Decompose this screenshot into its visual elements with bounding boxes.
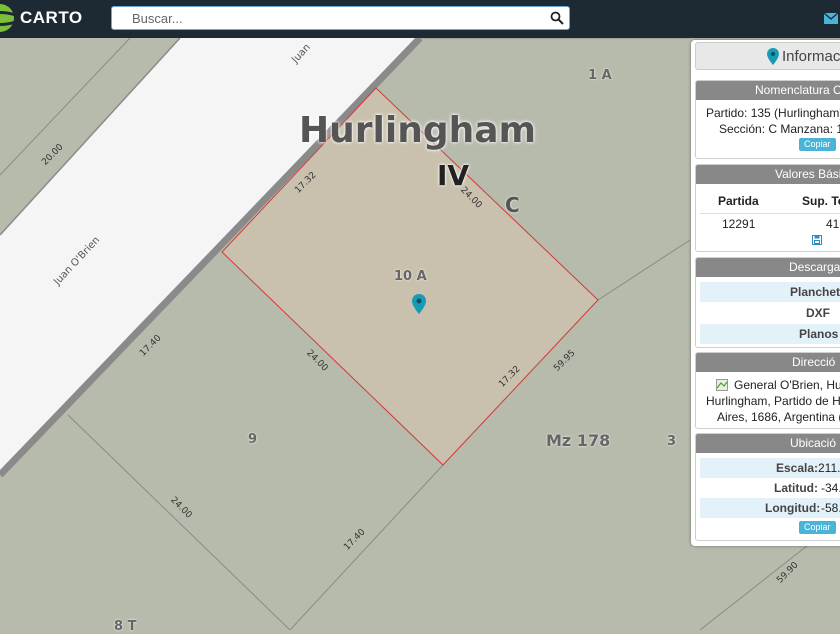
carto-logo[interactable]: CARTO [0,2,83,34]
section-direccion: Direcció General O'Brien, Hurl Hurlingha… [695,352,840,429]
panel-title-bar: Informac [695,42,840,70]
section-header: Direcció [696,353,840,372]
block-label: Mz 178 [546,431,611,450]
section-descargas: Descarga Plancheta DXF Planos [695,257,840,348]
download-label: Planos [799,327,839,341]
locality-label: Hurlingham [299,110,537,151]
nomenclatura-line1: Partido: 135 (Hurlingham) C [706,106,840,120]
section-header: Descarga [696,258,840,277]
top-bar: CARTO [0,0,840,38]
info-panel: Informac Nomenclatura C Partido: 135 (Hu… [691,40,840,546]
latitud-value: -34.5 [821,481,840,495]
save-icon[interactable] [812,235,822,245]
latitud-row: Latitud: -34.5 [700,478,840,498]
col-header-sup: Sup. Te [802,194,840,208]
map-thumbnail-icon [716,379,728,391]
longitud-label: Longitud: [765,501,821,515]
section-nomenclatura: Nomenclatura C Partido: 135 (Hurlingham)… [695,80,840,159]
section-label: C [505,193,520,217]
download-plancheta[interactable]: Plancheta [700,282,840,302]
col-header-partida: Partida [718,194,759,208]
search-box[interactable] [111,6,570,30]
direccion-line1: General O'Brien, Hurl [734,378,840,392]
neighbor-label-1a: 1 A [588,68,612,83]
latitud-label: Latitud: [774,481,818,495]
panel-title: Informac [782,48,840,65]
escala-row: Escala: 211. [700,458,840,478]
download-label: Plancheta [790,285,840,299]
search-input[interactable] [132,9,542,27]
download-planos[interactable]: Planos [700,324,840,344]
direccion-line2: Hurlingham, Partido de Hu [706,394,840,408]
copy-nomenclatura-button[interactable]: Copiar [799,138,836,151]
neighbor-label-3: 3 [667,434,677,449]
carto-globe-icon [0,4,14,32]
escala-value: 211. [818,461,840,475]
parcel-label: 10 A [394,269,427,284]
search-icon[interactable] [550,11,564,25]
mail-icon[interactable] [824,13,838,24]
longitud-row: Longitud: -58.6 [700,498,840,518]
download-label: DXF [806,306,830,320]
section-ubicacion: Ubicació Escala: 211. Latitud: -34.5 Lon… [695,433,840,541]
escala-label: Escala: [776,461,819,475]
neighbor-label-8t: 8 T [114,619,137,634]
location-pin-icon[interactable] [412,294,426,314]
logo-text: CARTO [20,8,83,27]
partida-value: 12291 [722,217,756,231]
section-header: Ubicació [696,434,840,453]
download-dxf[interactable]: DXF [700,303,840,323]
sup-value: 41 [826,217,840,231]
nomenclatura-line2: Sección: C Manzana: 17 [719,122,840,136]
longitud-value: -58.6 [821,501,840,515]
divider [700,213,840,214]
copy-ubicacion-button[interactable]: Copiar [799,521,836,534]
section-valores: Valores Básic Partida Sup. Te 12291 41 [695,164,840,252]
section-header: Valores Básic [696,165,840,184]
neighbor-label-9: 9 [248,432,258,447]
direccion-line3: Aires, 1686, Argentina (Op [717,410,840,424]
section-header: Nomenclatura C [696,81,840,100]
location-pin-icon [767,48,779,65]
